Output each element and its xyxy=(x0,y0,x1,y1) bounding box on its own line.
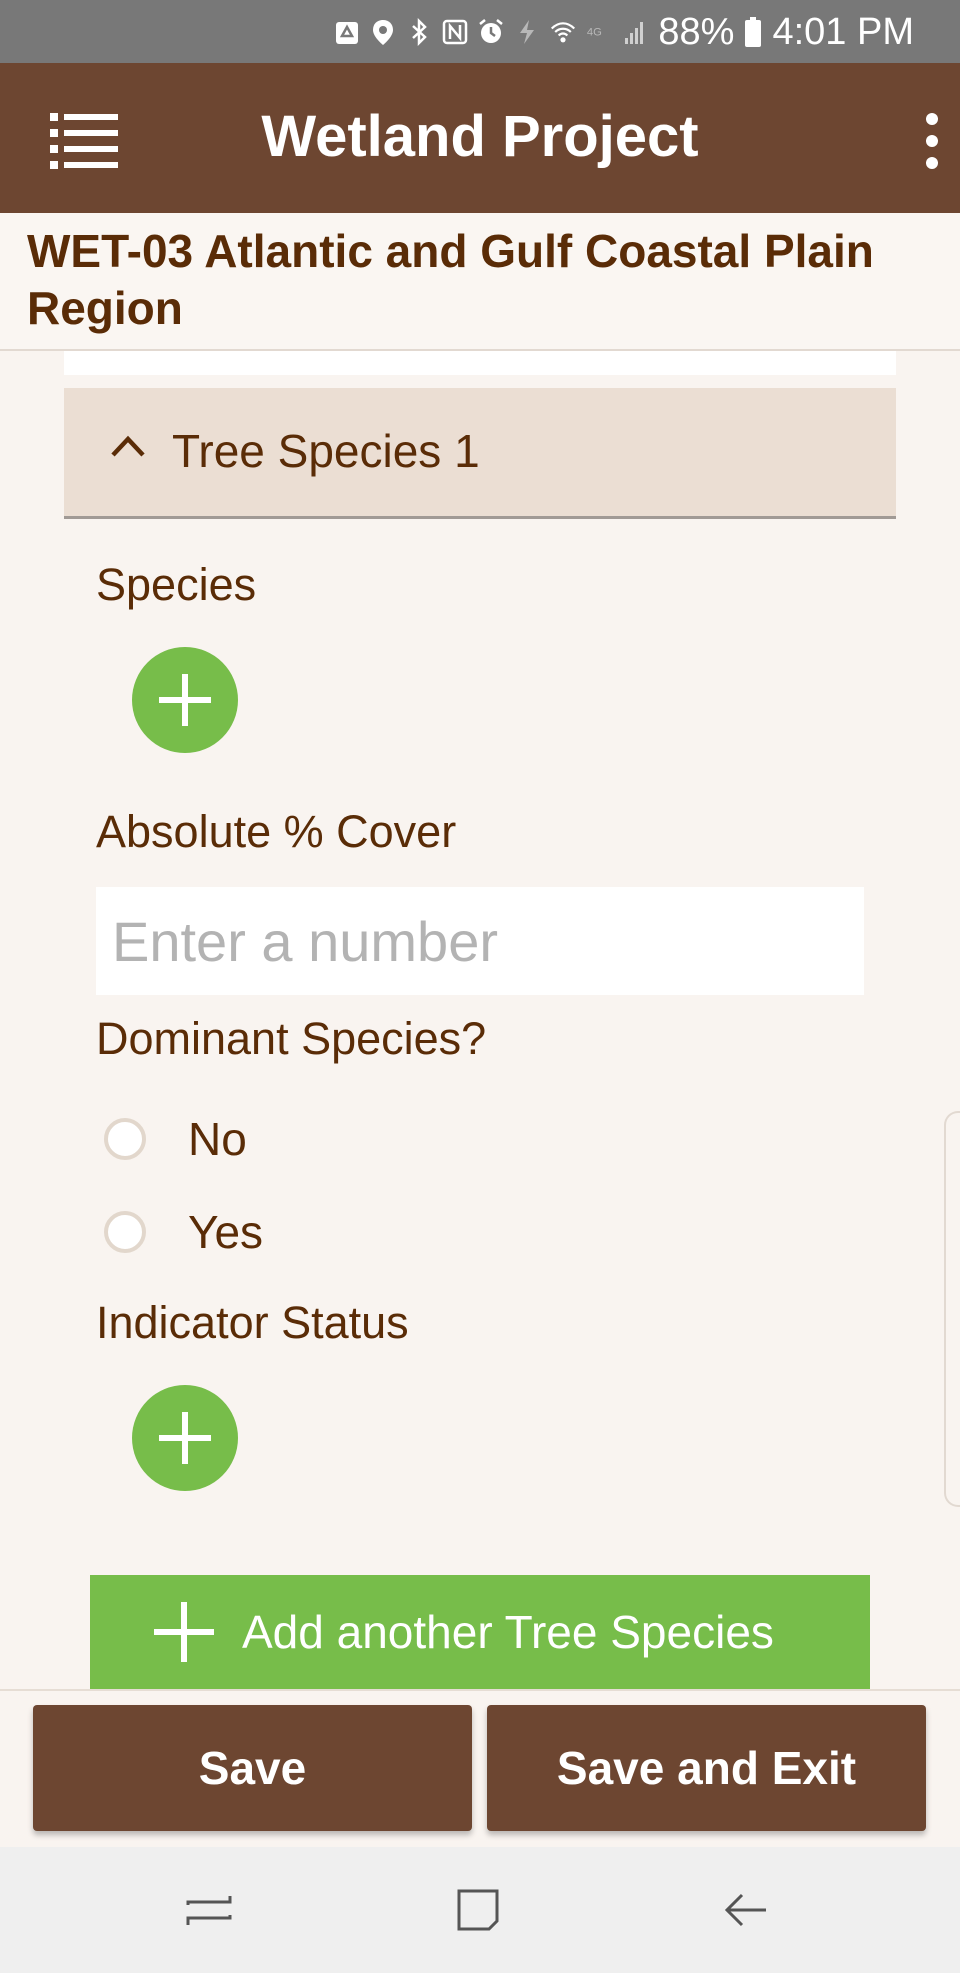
section-title: Tree Species 1 xyxy=(172,425,480,477)
previous-section-edge xyxy=(64,351,896,375)
more-vert-icon[interactable] xyxy=(920,111,944,171)
radio-yes-label: Yes xyxy=(188,1206,264,1258)
indicator-status-label: Indicator Status xyxy=(96,1297,409,1348)
status-bar: 4G 88% 4:01 PM xyxy=(0,0,960,63)
add-indicator-status-button[interactable] xyxy=(132,1385,238,1491)
species-label: Species xyxy=(96,559,257,610)
save-button[interactable]: Save xyxy=(33,1705,472,1831)
save-and-exit-button[interactable]: Save and Exit xyxy=(487,1705,926,1831)
absolute-cover-input[interactable] xyxy=(96,887,864,995)
dominant-species-label: Dominant Species? xyxy=(96,1013,487,1064)
radio-no-label: No xyxy=(188,1113,247,1165)
recycle-icon xyxy=(336,22,359,44)
radio-option-yes[interactable]: Yes xyxy=(104,1202,263,1262)
nfc-icon xyxy=(443,19,468,45)
alarm-icon xyxy=(479,19,504,43)
add-another-label: Add another Tree Species xyxy=(242,1606,774,1658)
navigation-bar xyxy=(0,1847,960,1973)
battery-icon xyxy=(745,17,762,47)
section-header-tree-species-1[interactable]: Tree Species 1 xyxy=(64,388,896,519)
footer-bar: Save Save and Exit xyxy=(0,1689,960,1847)
form-title: WET-03 Atlantic and Gulf Coastal Plain R… xyxy=(27,225,874,334)
wifi-icon xyxy=(551,22,576,43)
app-title: Wetland Project xyxy=(261,104,699,169)
add-another-tree-species-button[interactable]: Add another Tree Species xyxy=(90,1575,870,1689)
radio-option-no[interactable]: No xyxy=(104,1109,247,1169)
bluetooth-icon xyxy=(412,18,428,46)
back-icon[interactable] xyxy=(722,1885,772,1935)
radio-yes[interactable] xyxy=(104,1211,146,1253)
chevron-up-icon xyxy=(111,435,145,457)
app-bar: Wetland Project xyxy=(0,63,960,213)
data-saver-icon xyxy=(520,20,535,44)
svg-text:4G: 4G xyxy=(587,26,602,38)
plus-icon xyxy=(159,1412,211,1464)
location-pin-icon xyxy=(373,20,394,45)
battery-percent: 88% xyxy=(658,10,735,53)
plus-icon xyxy=(154,1602,214,1662)
form-header: WET-03 Atlantic and Gulf Coastal Plain R… xyxy=(0,213,960,351)
signal-icon xyxy=(625,22,644,44)
status-icons: 4G 88% 4:01 PM xyxy=(334,10,914,54)
add-species-button[interactable] xyxy=(132,647,238,753)
status-time: 4:01 PM xyxy=(772,10,914,53)
radio-no[interactable] xyxy=(104,1118,146,1160)
lte-icon: 4G xyxy=(587,26,602,38)
recent-apps-icon[interactable] xyxy=(184,1885,234,1935)
home-icon[interactable] xyxy=(453,1885,503,1935)
plus-icon xyxy=(159,674,211,726)
scroll-indicator[interactable] xyxy=(944,1111,960,1507)
form-content[interactable]: Tree Species 1 Species Absolute % Cover … xyxy=(0,351,960,1689)
absolute-cover-label: Absolute % Cover xyxy=(96,806,457,857)
